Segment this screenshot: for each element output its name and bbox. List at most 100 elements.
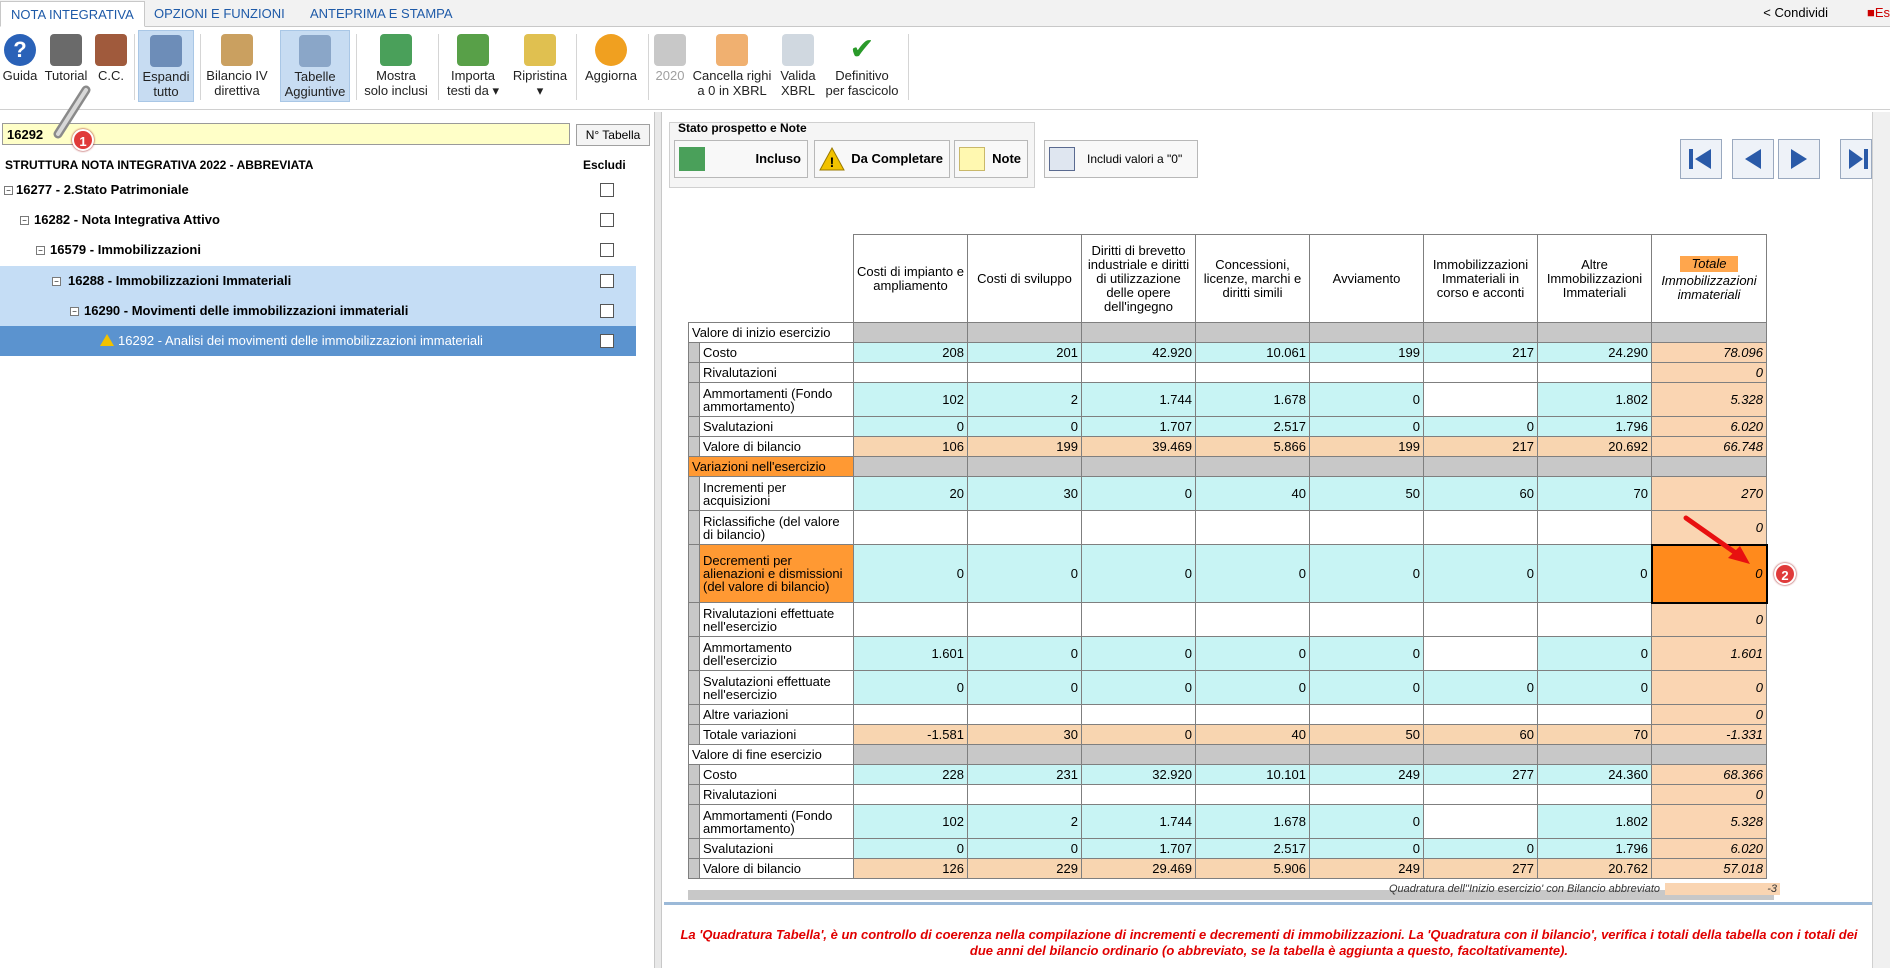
value-cell[interactable]: 249 [1309, 764, 1424, 785]
value-cell[interactable]: 0 [967, 838, 1082, 859]
vertical-scrollbar[interactable] [1872, 112, 1890, 968]
cancella-righi-button[interactable]: Cancella righi a 0 in XBRL [690, 30, 774, 102]
value-cell[interactable]: 1.744 [1081, 382, 1196, 417]
value-cell[interactable]: 20.762 [1537, 858, 1652, 879]
da-completare-button[interactable]: ! Da Completare [814, 140, 950, 178]
value-cell[interactable] [967, 784, 1082, 805]
value-cell[interactable]: 1.678 [1195, 382, 1310, 417]
value-cell[interactable]: 217 [1423, 436, 1538, 457]
value-cell[interactable]: 0 [1423, 544, 1538, 603]
value-cell[interactable]: 1.744 [1081, 804, 1196, 839]
value-cell[interactable] [1423, 636, 1538, 671]
year-2020-button[interactable]: 2020 [652, 30, 688, 102]
value-cell[interactable] [1081, 704, 1196, 725]
value-cell[interactable] [967, 510, 1082, 545]
value-cell[interactable] [1423, 382, 1538, 417]
definitivo-fascicolo-button[interactable]: ✔ Definitivo per fascicolo [820, 30, 904, 102]
tabelle-aggiuntive-button[interactable]: Tabelle Aggiuntive [280, 30, 350, 102]
value-cell[interactable]: 30 [967, 724, 1082, 745]
value-cell[interactable]: 20 [853, 476, 968, 511]
value-cell[interactable]: 0 [1081, 544, 1196, 603]
value-cell[interactable]: 228 [853, 764, 968, 785]
value-cell[interactable] [853, 784, 968, 805]
value-cell[interactable]: 1.707 [1081, 416, 1196, 437]
value-cell[interactable]: 20.692 [1537, 436, 1652, 457]
value-cell[interactable]: 231 [967, 764, 1082, 785]
value-cell[interactable]: 10.101 [1195, 764, 1310, 785]
value-cell[interactable] [1423, 510, 1538, 545]
value-cell[interactable]: 0 [853, 416, 968, 437]
value-cell[interactable] [1537, 510, 1652, 545]
value-cell[interactable] [967, 602, 1082, 637]
exclude-checkbox[interactable] [600, 243, 614, 257]
value-cell[interactable]: 277 [1423, 764, 1538, 785]
value-cell[interactable]: 199 [1309, 436, 1424, 457]
cc-button[interactable]: C.C. [94, 30, 128, 102]
value-cell[interactable]: 40 [1195, 476, 1310, 511]
value-cell[interactable]: -1.581 [853, 724, 968, 745]
exclude-checkbox[interactable] [600, 213, 614, 227]
value-cell[interactable] [1309, 602, 1424, 637]
bilancio-iv-button[interactable]: Bilancio IV direttiva [204, 30, 270, 102]
value-cell[interactable]: 0 [1195, 670, 1310, 705]
value-cell[interactable]: 1.802 [1537, 382, 1652, 417]
value-cell[interactable]: 70 [1537, 476, 1652, 511]
value-cell[interactable]: 5.866 [1195, 436, 1310, 457]
tab-anteprima-stampa[interactable]: ANTEPRIMA E STAMPA [300, 1, 463, 27]
value-cell[interactable] [1195, 784, 1310, 805]
guida-button[interactable]: ? Guida [2, 30, 38, 102]
value-cell[interactable]: 1.707 [1081, 838, 1196, 859]
aggiorna-button[interactable]: Aggiorna [580, 30, 642, 102]
value-cell[interactable]: 1.796 [1537, 416, 1652, 437]
exclude-checkbox[interactable] [600, 334, 614, 348]
exclude-checkbox[interactable] [600, 183, 614, 197]
value-cell[interactable] [853, 510, 968, 545]
tab-opzioni-funzioni[interactable]: OPZIONI E FUNZIONI [144, 1, 295, 27]
next-page-button[interactable] [1778, 139, 1820, 179]
value-cell[interactable] [967, 362, 1082, 383]
value-cell[interactable] [1423, 362, 1538, 383]
share-button[interactable]: < Condividi [1763, 5, 1828, 20]
value-cell[interactable] [1537, 784, 1652, 805]
value-cell[interactable]: 102 [853, 382, 968, 417]
value-cell[interactable] [1423, 704, 1538, 725]
mostra-inclusi-button[interactable]: Mostra solo inclusi [360, 30, 432, 102]
value-cell[interactable] [967, 704, 1082, 725]
value-cell[interactable]: 126 [853, 858, 968, 879]
value-cell[interactable]: 5.906 [1195, 858, 1310, 879]
tree-item[interactable]: − 16277 - 2.Stato Patrimoniale [0, 175, 636, 205]
value-cell[interactable]: 0 [853, 838, 968, 859]
collapse-icon[interactable]: − [52, 277, 61, 286]
value-cell[interactable] [1081, 784, 1196, 805]
value-cell[interactable] [1537, 704, 1652, 725]
ripristina-button[interactable]: Ripristina ▾ [508, 30, 572, 102]
exclude-checkbox[interactable] [600, 304, 614, 318]
prev-page-button[interactable] [1732, 139, 1774, 179]
value-cell[interactable]: 0 [1309, 416, 1424, 437]
value-cell[interactable] [853, 602, 968, 637]
value-cell[interactable]: 1.802 [1537, 804, 1652, 839]
value-cell[interactable]: 0 [1309, 544, 1424, 603]
value-cell[interactable] [1195, 362, 1310, 383]
value-cell[interactable] [1195, 602, 1310, 637]
value-cell[interactable] [1081, 602, 1196, 637]
value-cell[interactable] [1423, 804, 1538, 839]
value-cell[interactable]: 277 [1423, 858, 1538, 879]
value-cell[interactable]: 0 [853, 544, 968, 603]
value-cell[interactable]: 0 [1537, 636, 1652, 671]
value-cell[interactable] [853, 704, 968, 725]
value-cell[interactable]: 60 [1423, 724, 1538, 745]
value-cell[interactable]: 24.360 [1537, 764, 1652, 785]
value-cell[interactable] [1537, 362, 1652, 383]
value-cell[interactable]: 208 [853, 342, 968, 363]
value-cell[interactable]: 249 [1309, 858, 1424, 879]
value-cell[interactable]: 50 [1309, 724, 1424, 745]
value-cell[interactable] [1423, 602, 1538, 637]
value-cell[interactable]: 39.469 [1081, 436, 1196, 457]
value-cell[interactable]: 2.517 [1195, 416, 1310, 437]
value-cell[interactable]: 0 [1309, 804, 1424, 839]
value-cell[interactable]: 60 [1423, 476, 1538, 511]
value-cell[interactable]: 199 [967, 436, 1082, 457]
value-cell[interactable]: 0 [967, 416, 1082, 437]
first-page-button[interactable] [1680, 139, 1722, 179]
